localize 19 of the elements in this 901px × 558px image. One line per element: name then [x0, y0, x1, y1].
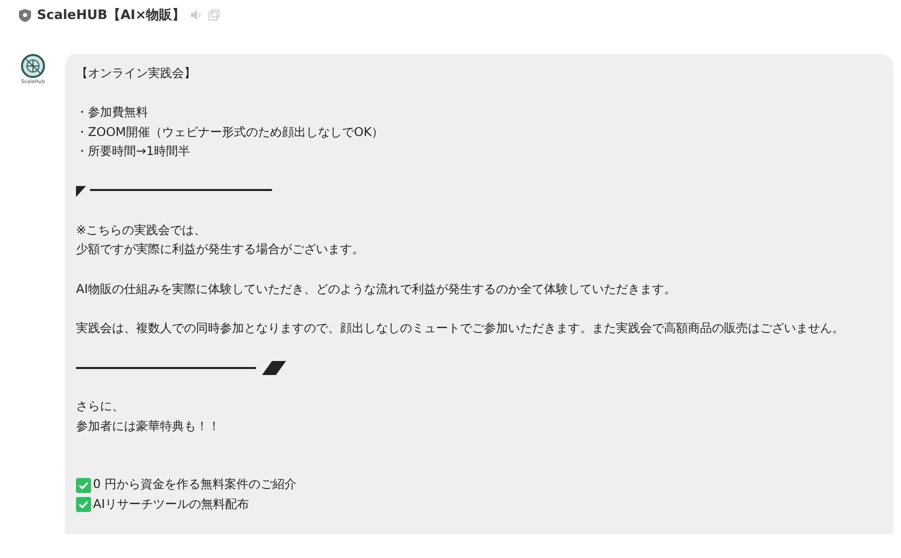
message-text: AI物販の仕組みを実際に体験していただき、どのような流れで利益が発生するのか全て体験していただきます。 [76, 280, 677, 298]
message-text: 【オンライン実践会】 [76, 65, 197, 82]
message-text: ・ZOOM開催（ウェビナー形式のため顔出しなしでOK） [76, 124, 385, 141]
globe-icon [21, 54, 45, 78]
shield-icon [19, 8, 31, 22]
message-text: AIリサーチツールの無料配布 [93, 496, 249, 514]
checkbox-icon [76, 478, 91, 493]
channel-title: ScaleHUB【AI×物販】 [37, 7, 186, 24]
message-text: 0 円から資金を作る無料案件のご紹介 [93, 476, 297, 494]
message-text: 少額ですが実際に利益が発生する場合がございます。 [76, 241, 365, 258]
message-text: 参加者には豪華特典も！！ [76, 418, 221, 435]
popout-icon[interactable] [208, 9, 220, 21]
speaker-icon[interactable] [191, 10, 202, 20]
message-text: ・参加費無料 [76, 104, 149, 122]
message-text: ※こちらの実践会では、 [76, 222, 208, 239]
message-text: ・所要時間→1時間半 [76, 143, 191, 160]
checkbox-icon [76, 497, 91, 512]
message-text: 実践会は、複数人での同時参加となりますので、顔出しなしのミュートでご参加いただきます。また実践会で高額商品の販売はございません。 [76, 320, 845, 337]
message-text: さらに、 [76, 398, 125, 416]
